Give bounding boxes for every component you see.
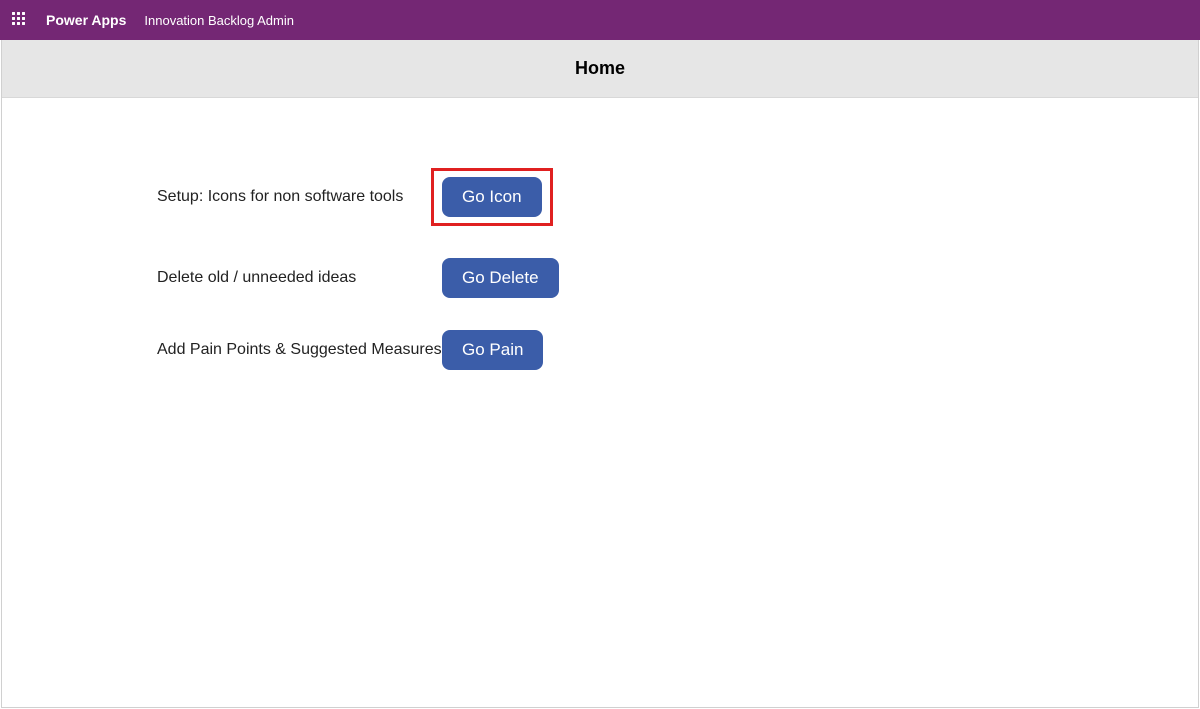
row-label-delete-ideas: Delete old / unneeded ideas <box>157 269 442 287</box>
row-label-pain-points: Add Pain Points & Suggested Measures <box>157 341 442 359</box>
go-pain-button[interactable]: Go Pain <box>442 330 543 370</box>
row-setup-icons: Setup: Icons for non software tools Go I… <box>157 168 1198 226</box>
go-icon-button[interactable]: Go Icon <box>442 177 542 217</box>
app-launcher-icon[interactable] <box>12 12 28 28</box>
home-content: Setup: Icons for non software tools Go I… <box>2 98 1198 370</box>
row-label-setup-icons: Setup: Icons for non software tools <box>157 188 442 206</box>
highlight-box: Go Icon <box>431 168 553 226</box>
page-header: Home <box>2 40 1198 98</box>
app-name-label: Innovation Backlog Admin <box>144 13 294 28</box>
app-frame: Home Setup: Icons for non software tools… <box>1 40 1199 708</box>
global-header: Power Apps Innovation Backlog Admin <box>0 0 1200 40</box>
go-delete-button[interactable]: Go Delete <box>442 258 559 298</box>
row-delete-ideas: Delete old / unneeded ideas Go Delete <box>157 258 1198 298</box>
page-title: Home <box>575 58 625 79</box>
brand-label: Power Apps <box>46 12 126 28</box>
row-pain-points: Add Pain Points & Suggested Measures Go … <box>157 330 1198 370</box>
